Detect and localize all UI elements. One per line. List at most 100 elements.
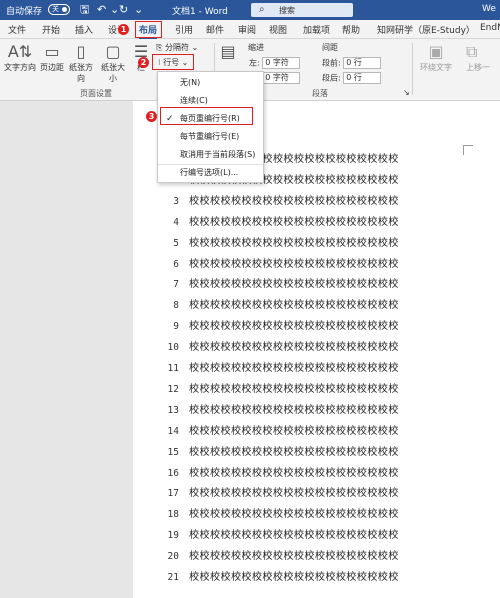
indent-left-field[interactable]: 左: 0 字符 (249, 57, 301, 69)
highlight-layout-tab (135, 21, 162, 38)
undo-icon[interactable]: ↶ (97, 3, 106, 16)
ribbon-tabs: 文件 开始 插入 设计 布局 引用 邮件 审阅 视图 加载项 帮助 知网研学（原… (0, 20, 500, 40)
line-number: 11 (167, 363, 179, 374)
indent-left-input[interactable]: 0 字符 (262, 57, 301, 69)
size-label: 纸张大小 (101, 63, 125, 83)
menu-separator (158, 164, 263, 165)
line-number: 4 (173, 216, 179, 228)
menu-item-suppress-label: 取消用于当前段落(S) (180, 150, 256, 159)
line-text: 校校校校校校校校校校校校校校校校校校校校 (189, 258, 399, 270)
breaks-button[interactable]: ⎘ 分隔符 ⌄ (156, 42, 198, 53)
line-number: 7 (173, 279, 179, 291)
paragraph-group-label: 段落 (312, 89, 328, 98)
search-box[interactable]: ⌕ 搜索 (251, 3, 353, 17)
margins-button[interactable]: ▭ 页边距 (38, 42, 66, 73)
tab-help[interactable]: 帮助 (342, 23, 360, 36)
orientation-label: 纸张方向 (69, 63, 93, 83)
spacing-before-label: 段前: (322, 58, 341, 68)
line-number: 16 (167, 467, 179, 479)
line-text: 校校校校校校校校校校校校校校校校校校校校 (189, 572, 399, 583)
text-direction-button[interactable]: A⇅ 文字方向 (4, 42, 36, 73)
line-text: 校校校校校校校校校校校校校校校校校校校校 (189, 195, 399, 207)
user-name[interactable]: We (482, 4, 496, 14)
tab-cnki[interactable]: 知网研学（原E-Study） (377, 23, 475, 36)
line-text: 校校校校校校校校校校校校校校校校校校校校 (189, 383, 399, 395)
menu-item-restart-each-section[interactable]: 每节重编行号(E) (158, 128, 263, 146)
line-number: 8 (173, 300, 179, 312)
tab-endnote[interactable]: EndN (480, 23, 500, 33)
menu-item-none[interactable]: 无(N) (158, 74, 263, 92)
line-number: 18 (167, 509, 179, 521)
breaks-icon: ⎘ (156, 43, 165, 52)
tab-references[interactable]: 引用 (175, 23, 193, 36)
size-button[interactable]: ▢ 纸张大小 (98, 42, 128, 84)
paragraph-dialog-launcher-icon[interactable]: ↘ (403, 88, 410, 97)
search-placeholder: 搜索 (279, 6, 295, 15)
manuscript-icon: ▤ (220, 42, 236, 61)
line-text: 校校校校校校校校校校校校校校校校校校校校 (189, 551, 399, 563)
margins-icon: ▭ (44, 42, 60, 61)
text-direction-icon: A⇅ (7, 42, 33, 61)
line-text: 校校校校校校校校校校校校校校校校校校校校 (189, 216, 399, 228)
tab-addins[interactable]: 加载项 (303, 23, 330, 36)
menu-item-none-label: 无(N) (180, 78, 201, 87)
menu-item-continuous-label: 连续(C) (180, 96, 208, 105)
spacing-label: 间距 (322, 43, 338, 52)
wrap-text-label: 环绕文字 (420, 63, 452, 72)
line-number: 9 (173, 321, 179, 333)
indent-label: 缩进 (248, 43, 264, 52)
line-text: 校校校校校校校校校校校校校校校校校校校校 (189, 446, 399, 458)
tab-view[interactable]: 视图 (269, 23, 287, 36)
spacing-before-field[interactable]: 段前: 0 行 (322, 57, 382, 69)
bring-forward-label: 上移一 (466, 63, 490, 72)
spacing-after-field[interactable]: 段后: 0 行 (322, 72, 382, 84)
line-number: 13 (167, 404, 179, 416)
menu-item-line-numbering-options[interactable]: 行编号选项(L)... (158, 164, 263, 182)
redo-icon[interactable]: ↻ (119, 3, 128, 16)
line-text: 校校校校校校校校校校校校校校校校校校校校 (189, 425, 399, 437)
line-number: 3 (173, 195, 179, 207)
orientation-button[interactable]: ▯ 纸张方向 (66, 42, 96, 84)
autosave-label: 自动保存 (6, 7, 43, 17)
save-icon[interactable]: 🖫 (80, 3, 89, 16)
highlight-restart-each-page (160, 107, 253, 125)
menu-item-suppress-current-paragraph[interactable]: 取消用于当前段落(S) (158, 146, 263, 164)
line-number: 5 (173, 237, 179, 249)
customize-toolbar-icon[interactable]: ⌄ (134, 3, 143, 16)
margins-label: 页边距 (40, 63, 64, 72)
line-numbers-menu: 无(N) 连续(C) ✓ 每页重编行号(R) 每节重编行号(E) 取消用于当前段… (157, 71, 264, 183)
tab-home[interactable]: 开始 (42, 23, 60, 36)
orientation-icon: ▯ (76, 42, 86, 61)
tab-review[interactable]: 审阅 (238, 23, 256, 36)
highlight-line-numbers-button (152, 54, 194, 70)
spacing-after-label: 段后: (322, 73, 341, 83)
breaks-label: 分隔符 ⌄ (164, 43, 199, 52)
tab-mailings[interactable]: 邮件 (206, 23, 224, 36)
dropdown-chevron-icon[interactable]: ⌄ (110, 3, 119, 16)
line-text: 校校校校校校校校校校校校校校校校校校校校 (189, 404, 399, 416)
margin-corner-mark (463, 145, 473, 155)
group-divider (412, 43, 413, 95)
tab-file[interactable]: 文件 (8, 23, 26, 36)
size-icon: ▢ (105, 42, 121, 61)
autosave-toggle[interactable]: 关 (48, 4, 70, 15)
line-number: 17 (167, 488, 179, 500)
wrap-text-button[interactable]: ▣ 环绕文字 (414, 42, 458, 73)
line-text: 校校校校校校校校校校校校校校校校校校校校 (189, 237, 399, 249)
manuscript-button[interactable]: ▤ (216, 42, 240, 62)
line-number: 10 (167, 342, 179, 354)
line-number: 6 (173, 258, 179, 270)
indent-right-input[interactable]: 0 字符 (262, 72, 301, 84)
spacing-after-input[interactable]: 0 行 (343, 72, 382, 84)
line-text: 校校校校校校校校校校校校校校校校校校校校 (189, 279, 399, 291)
spacing-before-input[interactable]: 0 行 (343, 57, 382, 69)
bring-forward-button[interactable]: ⧉ 上移一 (466, 42, 500, 73)
title-bar: 自动保存 关 🖫 ↶ ⌄ ↻ ⌄ 文档1 - Word ⌕ 搜索 We (0, 0, 500, 20)
line-number: 21 (167, 572, 179, 583)
step-badge-3: 3 (146, 111, 157, 122)
tab-insert[interactable]: 插入 (75, 23, 93, 36)
line-number: 14 (167, 425, 179, 437)
wrap-text-icon: ▣ (428, 42, 444, 61)
text-direction-label: 文字方向 (4, 63, 36, 72)
menu-item-options-label: 行编号选项(L)... (180, 168, 239, 177)
